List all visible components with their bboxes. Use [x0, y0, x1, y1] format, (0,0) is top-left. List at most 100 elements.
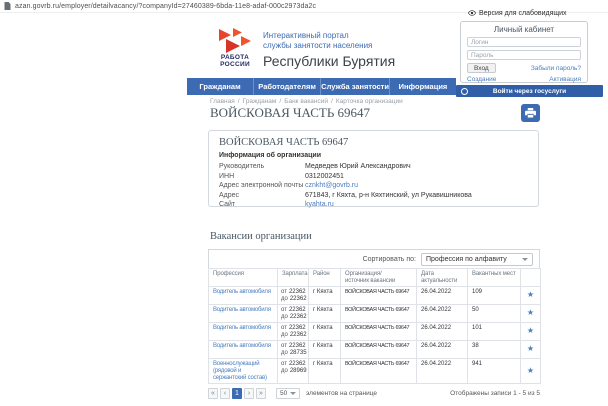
date-cell: 26.04.2022 [417, 305, 468, 323]
page-next-button[interactable]: › [244, 388, 254, 399]
field-value-director: Медведев Юрий Александрович [305, 162, 411, 172]
date-cell: 26.04.2022 [417, 341, 468, 359]
salary-cell: от22362 до22362 [278, 305, 309, 323]
caret-down-icon [290, 392, 296, 395]
site-info-icon[interactable] [4, 2, 11, 10]
website-link[interactable]: kyahta.ru [305, 200, 334, 210]
nav-item-employment-service[interactable]: Служба занятости [321, 78, 390, 95]
page-prev-button[interactable]: ‹ [220, 388, 230, 399]
date-cell: 26.04.2022 [417, 359, 468, 384]
nav-item-citizens[interactable]: Гражданам [187, 78, 254, 95]
profession-link[interactable]: Водитель автомобиля [213, 325, 271, 331]
favorite-star-icon[interactable]: ★ [527, 366, 534, 375]
forgot-password-link[interactable]: Забыли пароль? [531, 65, 581, 72]
col-header-date: Дата актуальности [417, 269, 468, 287]
organization-cell: ВОЙСКОВАЯ ЧАСТЬ 69647 [341, 359, 417, 384]
favorite-star-icon[interactable]: ★ [527, 344, 534, 353]
org-field-row: Руководитель Медведев Юрий Александрович [219, 162, 528, 172]
salary-to-label: до [281, 368, 288, 375]
organization-cell: ВОЙСКОВАЯ ЧАСТЬ 69647 [341, 323, 417, 341]
district-cell: г Кяхта [309, 305, 341, 323]
breadcrumb-home[interactable]: Главная [210, 98, 235, 105]
org-field-row: ИНН 0312002451 [219, 172, 528, 182]
table-row: Водитель автомобиля от22362 до28735 г Кя… [209, 341, 541, 359]
main-nav: Гражданам Работодателям Служба занятости… [187, 78, 456, 95]
breadcrumb-separator: / [279, 98, 281, 105]
field-label: Адрес [219, 191, 305, 201]
sort-bar: Сортировать по: Профессия по алфавиту [208, 249, 540, 268]
profession-link[interactable]: Водитель автомобиля [213, 307, 271, 313]
salary-to-label: до [281, 350, 288, 357]
login-input[interactable] [467, 37, 581, 47]
profession-link[interactable]: Водитель автомобиля [213, 343, 271, 349]
favorite-cell: ★ [521, 323, 541, 341]
table-row: Военнослужащий (рядовой и сержантский со… [209, 359, 541, 384]
organization-card-title: ВОЙСКОВАЯ ЧАСТЬ 69647 [219, 137, 528, 148]
favorite-cell: ★ [521, 287, 541, 305]
nav-item-employers[interactable]: Работодателям [254, 78, 321, 95]
breadcrumb-separator: / [238, 98, 240, 105]
logo-text: РАБОТА РОССИИ [211, 54, 259, 68]
page-size-select[interactable]: 50 [276, 388, 300, 399]
district-cell: г Кяхта [309, 359, 341, 384]
url-text: azan.govrb.ru/employer/detailvacancy/?co… [15, 3, 316, 10]
rabota-rossii-logo[interactable]: РАБОТА РОССИИ [211, 28, 259, 68]
col-header-organization: Организация/ источник вакансии [341, 269, 417, 287]
col-header-salary: Зарплата [278, 269, 309, 287]
password-input[interactable] [467, 50, 581, 60]
caret-down-icon [522, 258, 528, 261]
field-label: Сайт [219, 200, 305, 210]
favorite-star-icon[interactable]: ★ [527, 290, 534, 299]
salary-to-label: до [281, 332, 288, 339]
table-row: Водитель автомобиля от22362 до22362 г Кя… [209, 305, 541, 323]
salary-from-label: от [281, 289, 287, 296]
salary-to-value: 28735 [290, 350, 307, 357]
places-cell: 109 [468, 287, 521, 305]
places-cell: 38 [468, 341, 521, 359]
email-link[interactable]: cznkht@govrb.ru [305, 181, 358, 191]
table-row: Водитель автомобиля от22362 до22362 г Кя… [209, 323, 541, 341]
salary-from-value: 22362 [289, 289, 306, 296]
col-header-profession: Профессия [209, 269, 278, 287]
page-last-button[interactable]: » [256, 388, 266, 399]
table-header-row: Профессия Зарплата Район Организация/ ис… [209, 269, 541, 287]
profession-link[interactable]: Водитель автомобиля [213, 289, 271, 295]
salary-to-value: 22362 [290, 314, 307, 321]
profession-link[interactable]: Военнослужащий (рядовой и сержантский со… [213, 361, 267, 381]
breadcrumb-vacancy-bank[interactable]: Банк вакансий [284, 98, 328, 105]
page-first-button[interactable]: « [208, 388, 218, 399]
portal-line1: Интерактивный портал [263, 31, 395, 41]
gosuslugi-icon [461, 88, 468, 95]
favorite-star-icon[interactable]: ★ [527, 326, 534, 335]
date-cell: 26.04.2022 [417, 323, 468, 341]
org-field-row: Адрес электронной почты cznkht@govrb.ru [219, 181, 528, 191]
salary-from-label: от [281, 307, 287, 314]
salary-to-label: до [281, 314, 288, 321]
places-cell: 941 [468, 359, 521, 384]
profession-cell: Водитель автомобиля [209, 305, 278, 323]
favorite-star-icon[interactable]: ★ [527, 308, 534, 317]
page-size-label: элементов на странице [306, 390, 377, 397]
col-header-district: Район [309, 269, 341, 287]
nav-item-information[interactable]: Информация [390, 78, 456, 95]
vacancies-table: Профессия Зарплата Район Организация/ ис… [208, 268, 541, 384]
accessibility-label: Версия для слабовидящих [479, 10, 567, 17]
gosuslugi-login-button[interactable]: Войти через госуслуги [456, 85, 603, 97]
organization-cell: ВОЙСКОВАЯ ЧАСТЬ 69647 [341, 341, 417, 359]
create-account-link[interactable]: Создание [467, 76, 496, 83]
profession-cell: Водитель автомобиля [209, 341, 278, 359]
sort-select[interactable]: Профессия по алфавиту [421, 253, 533, 266]
login-submit-button[interactable]: Вход [467, 63, 496, 73]
page-1-button[interactable]: 1 [232, 388, 242, 399]
salary-from-label: от [281, 343, 287, 350]
salary-from-label: от [281, 361, 287, 368]
print-button[interactable] [521, 104, 540, 122]
col-header-places: Вакантных мест [468, 269, 521, 287]
field-label: ИНН [219, 172, 305, 182]
activation-link[interactable]: Активация [549, 76, 581, 83]
accessibility-link[interactable]: Версия для слабовидящих [468, 9, 567, 17]
organization-cell: ВОЙСКОВАЯ ЧАСТЬ 69647 [341, 305, 417, 323]
field-value-address: 671843, г Кяхта, р-н Кяхтинский, ул Рука… [305, 191, 472, 201]
salary-cell: от22362 до28735 [278, 341, 309, 359]
breadcrumb-citizens[interactable]: Гражданам [243, 98, 277, 105]
